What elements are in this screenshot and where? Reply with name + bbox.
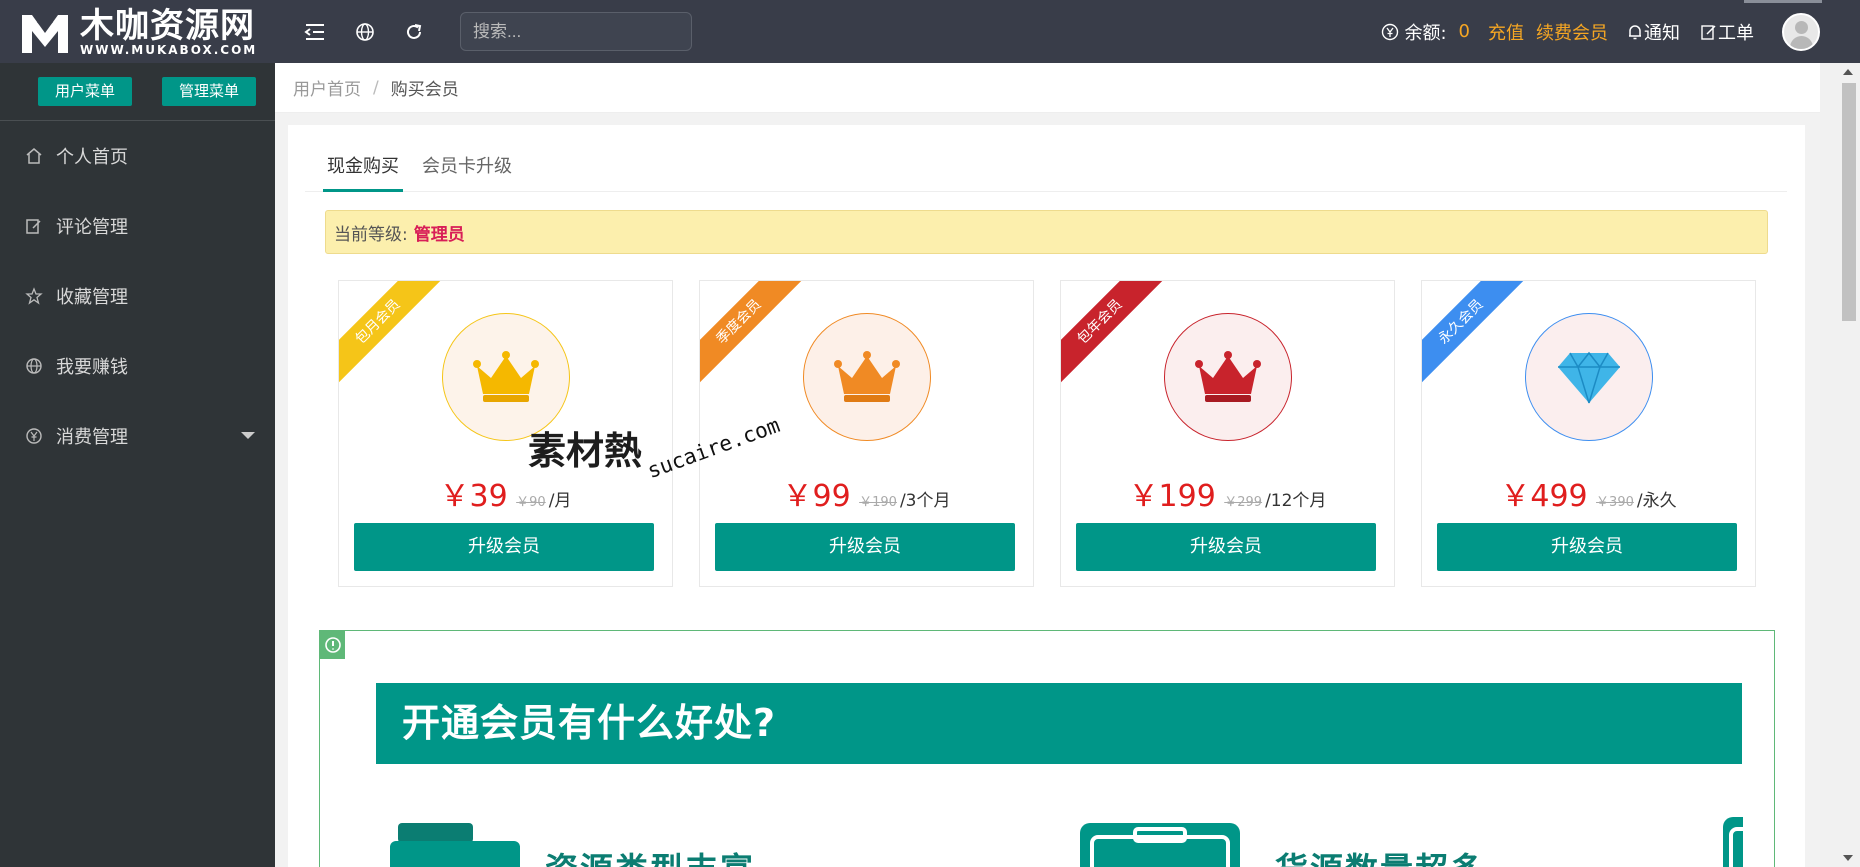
plan-price-row: ￥99 ￥190/3个月	[700, 471, 1033, 515]
scroll-up-icon[interactable]	[1843, 69, 1853, 75]
sidebar-nav: 个人首页 评论管理 收藏管理 我要赚钱 消费管理	[0, 121, 275, 471]
balance-label: 余额:	[1404, 22, 1447, 44]
ticket-link[interactable]: 工单	[1698, 19, 1754, 45]
brand-name: 木咖资源网	[80, 5, 255, 46]
plan-price: ￥199	[1128, 479, 1216, 514]
sidebar-item-label: 消费管理	[56, 427, 128, 448]
plan-old-price: ￥90	[516, 495, 546, 510]
recharge-link[interactable]: 充值	[1488, 19, 1524, 45]
sidebar-item-label: 收藏管理	[56, 287, 128, 308]
sidebar-item-label: 我要赚钱	[56, 357, 128, 378]
home-icon	[24, 146, 44, 166]
plan-unit: /永久	[1636, 491, 1677, 511]
plan-card-lifetime: 永久会员 ￥499 ￥390/永久 升级会员	[1421, 280, 1756, 587]
ticket-edit-icon	[1698, 20, 1718, 44]
plan-price-row: ￥39 ￥90/月	[339, 471, 672, 515]
diamond-icon	[1525, 313, 1653, 441]
plan-ribbon: 包月会员	[339, 281, 449, 393]
brand-domain: WWW.MUKABOX.COM	[80, 42, 258, 57]
crown-icon	[442, 313, 570, 441]
plan-card-quarterly: 季度会员 ￥99 ￥190/3个月 升级会员	[699, 280, 1034, 587]
notify-link[interactable]: 通知	[1626, 19, 1680, 45]
plan-price: ￥39	[439, 479, 508, 514]
scroll-thumb[interactable]	[1842, 83, 1856, 321]
level-notice: 当前等级: 管理员	[325, 210, 1768, 254]
edit-icon	[24, 216, 44, 236]
menu-toggle-icon[interactable]	[303, 20, 327, 44]
tab-card-upgrade[interactable]: 会员卡升级	[422, 152, 512, 178]
logo-mark-icon	[18, 7, 72, 57]
folder-icon	[390, 823, 520, 867]
benefits-panel: 开通会员有什么好处? 资源类型丰富 货源数量超多	[319, 630, 1775, 867]
plan-price: ￥99	[782, 479, 851, 514]
upgrade-button[interactable]: 升级会员	[354, 523, 654, 571]
user-menu-button[interactable]: 用户菜单	[38, 77, 133, 106]
yen-icon	[24, 426, 44, 446]
plan-price-row: ￥499 ￥390/永久	[1422, 471, 1755, 515]
plan-price-row: ￥199 ￥299/12个月	[1061, 471, 1394, 515]
logo[interactable]: 木咖资源网 WWW.MUKABOX.COM	[0, 0, 275, 63]
sidebar-item-label: 评论管理	[56, 217, 128, 238]
sidebar: 木咖资源网 WWW.MUKABOX.COM 用户菜单 管理菜单 个人首页 评论管…	[0, 0, 275, 867]
promo-title: 开通会员有什么好处?	[376, 683, 1742, 764]
scroll-down-icon[interactable]	[1843, 855, 1853, 861]
top-header: 搜索... 余额: 0 充值 续费会员 通知 工单	[275, 0, 1860, 63]
bell-icon	[1626, 20, 1644, 44]
star-icon	[24, 286, 44, 306]
avatar[interactable]	[1782, 12, 1820, 51]
plan-ribbon: 永久会员	[1422, 281, 1532, 393]
purchase-tabs: 现金购买 会员卡升级	[305, 125, 1787, 192]
search-input[interactable]: 搜索...	[460, 12, 692, 51]
info-icon	[320, 631, 345, 659]
upgrade-button[interactable]: 升级会员	[1437, 523, 1737, 571]
renew-link[interactable]: 续费会员	[1536, 19, 1608, 45]
crown-icon	[1164, 313, 1292, 441]
header-right: 余额: 0 充值 续费会员 通知 工单	[1378, 0, 1860, 63]
crown-icon	[803, 313, 931, 441]
breadcrumb-current: 购买会员	[390, 80, 459, 100]
upgrade-button[interactable]: 升级会员	[1076, 523, 1376, 571]
yen-icon	[1378, 20, 1402, 44]
tab-cash-purchase[interactable]: 现金购买	[327, 152, 399, 178]
plan-ribbon: 季度会员	[700, 281, 810, 393]
plan-old-price: ￥390	[1596, 495, 1634, 510]
plan-card-yearly: 包年会员 ￥199 ￥299/12个月 升级会员	[1060, 280, 1395, 587]
active-tab-indicator	[323, 189, 403, 192]
balance-value: 0	[1458, 21, 1470, 42]
level-label: 当前等级:	[334, 224, 408, 245]
breadcrumb-home[interactable]: 用户首页	[293, 75, 361, 100]
sidebar-item-home[interactable]: 个人首页	[0, 121, 275, 191]
globe-icon	[24, 356, 44, 376]
promo-image: 开通会员有什么好处? 资源类型丰富 货源数量超多	[320, 631, 1774, 867]
chevron-down-icon[interactable]	[241, 432, 255, 439]
plan-unit: /12个月	[1265, 491, 1327, 511]
plan-card-monthly: 包月会员 ￥39 ￥90/月 升级会员	[338, 280, 673, 587]
sidebar-item-earn[interactable]: 我要赚钱	[0, 331, 275, 401]
upgrade-button[interactable]: 升级会员	[715, 523, 1015, 571]
menu-tabs: 用户菜单 管理菜单	[0, 63, 275, 121]
promo-feature: 货源数量超多	[1275, 843, 1485, 867]
refresh-icon[interactable]	[402, 20, 426, 44]
level-value: 管理员	[413, 224, 465, 245]
balance: 余额: 0	[1378, 19, 1470, 45]
briefcase-icon	[1080, 823, 1240, 867]
plan-price: ￥499	[1500, 479, 1588, 514]
scrollbar[interactable]	[1820, 63, 1860, 867]
sidebar-item-comments[interactable]: 评论管理	[0, 191, 275, 261]
plan-unit: /月	[548, 491, 572, 511]
sidebar-item-label: 个人首页	[56, 147, 128, 168]
globe-icon[interactable]	[353, 20, 377, 44]
admin-menu-button[interactable]: 管理菜单	[161, 77, 256, 106]
plan-ribbon: 包年会员	[1061, 281, 1171, 393]
plan-unit: /3个月	[899, 491, 951, 511]
sidebar-item-consumption[interactable]: 消费管理	[0, 401, 275, 471]
promo-feature: 资源类型丰富	[545, 843, 755, 867]
plan-old-price: ￥190	[859, 495, 897, 510]
breadcrumb-separator: /	[373, 77, 379, 98]
plan-old-price: ￥299	[1224, 495, 1263, 510]
breadcrumb: 用户首页 / 购买会员	[275, 63, 1820, 113]
sidebar-item-favorites[interactable]: 收藏管理	[0, 261, 275, 331]
partial-icon	[1723, 817, 1763, 867]
